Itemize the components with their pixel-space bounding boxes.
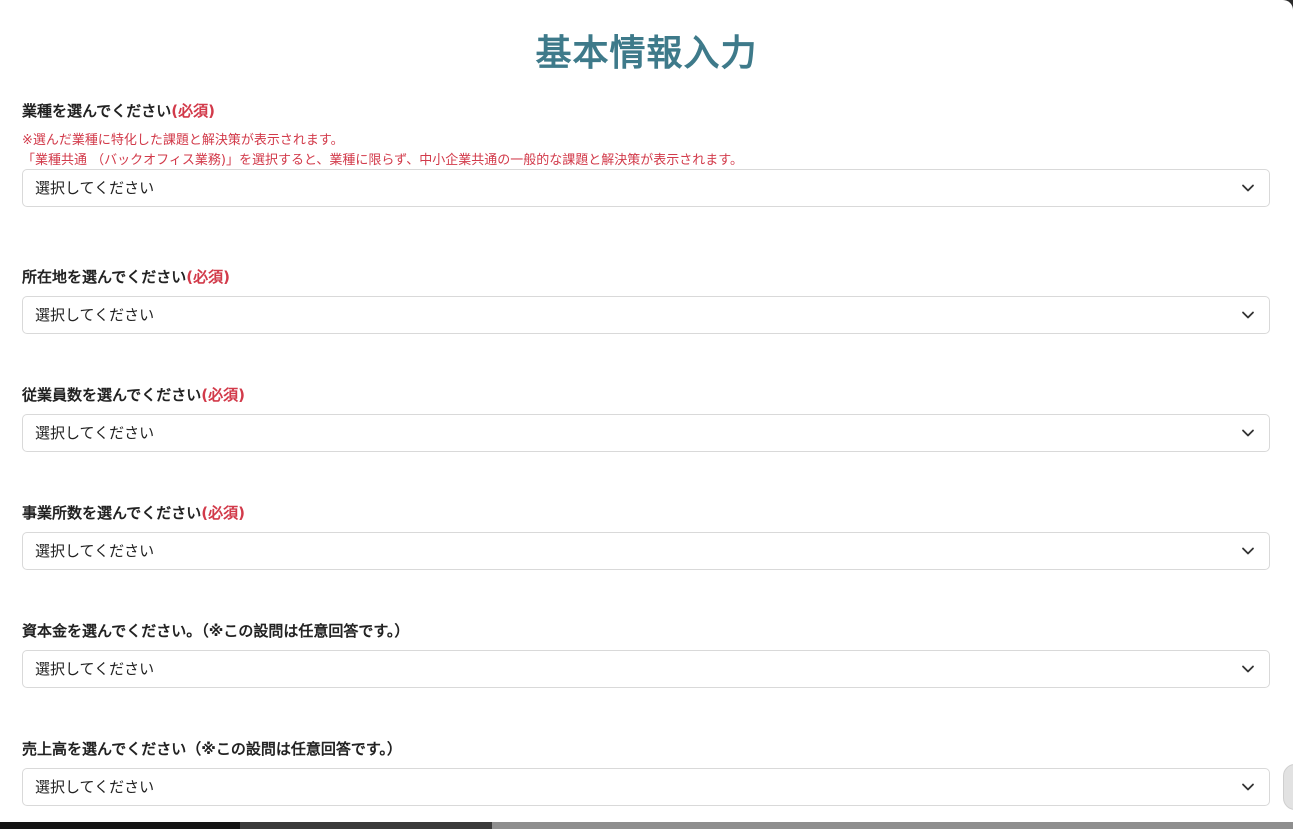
employees-select-value: 選択してください	[35, 424, 155, 442]
basic-info-form: 基本情報入力 業種を選んでください(必須) ※選んだ業種に特化した課題と解決策が…	[0, 0, 1293, 822]
employees-label: 従業員数を選んでください(必須)	[22, 386, 245, 404]
required-mark: (必須)	[171, 102, 215, 120]
sales-select[interactable]: 選択してください	[22, 768, 1270, 806]
required-mark: (必須)	[201, 386, 245, 404]
capital-field: 資本金を選んでください。（※この設問は任意回答です。） 選択してください	[22, 621, 1270, 688]
location-label: 所在地を選んでください(必須)	[22, 268, 230, 286]
location-select-value: 選択してください	[35, 306, 155, 324]
industry-label: 業種を選んでください(必須)	[22, 102, 215, 120]
sales-select-value: 選択してください	[35, 778, 155, 796]
chevron-down-icon	[1242, 547, 1254, 555]
chevron-down-icon	[1242, 783, 1254, 791]
industry-field: 業種を選んでください(必須) ※選んだ業種に特化した課題と解決策が表示されます。…	[22, 101, 1270, 207]
background-strip	[0, 822, 1293, 829]
required-mark: (必須)	[201, 504, 245, 522]
location-select[interactable]: 選択してください	[22, 296, 1270, 334]
background-strip-dark	[0, 822, 240, 829]
industry-select-value: 選択してください	[35, 179, 155, 197]
offices-field: 事業所数を選んでください(必須) 選択してください	[22, 503, 1270, 570]
offices-select[interactable]: 選択してください	[22, 532, 1270, 570]
required-mark: (必須)	[186, 268, 230, 286]
offices-label: 事業所数を選んでください(必須)	[22, 504, 245, 522]
background-strip-light	[492, 822, 1293, 829]
industry-select[interactable]: 選択してください	[22, 169, 1270, 207]
employees-select[interactable]: 選択してください	[22, 414, 1270, 452]
chevron-down-icon	[1242, 665, 1254, 673]
chevron-down-icon	[1242, 311, 1254, 319]
capital-label: 資本金を選んでください。（※この設問は任意回答です。）	[22, 622, 410, 640]
employees-field: 従業員数を選んでください(必須) 選択してください	[22, 385, 1270, 452]
chevron-down-icon	[1242, 184, 1254, 192]
scroll-handle[interactable]	[1283, 764, 1293, 810]
capital-select-value: 選択してください	[35, 660, 155, 678]
location-field: 所在地を選んでください(必須) 選択してください	[22, 267, 1270, 334]
offices-select-value: 選択してください	[35, 542, 155, 560]
page-title: 基本情報入力	[535, 33, 758, 74]
sales-label: 売上高を選んでください（※この設問は任意回答です。）	[22, 740, 402, 758]
chevron-down-icon	[1242, 429, 1254, 437]
capital-select[interactable]: 選択してください	[22, 650, 1270, 688]
sales-field: 売上高を選んでください（※この設問は任意回答です。） 選択してください	[22, 739, 1270, 806]
